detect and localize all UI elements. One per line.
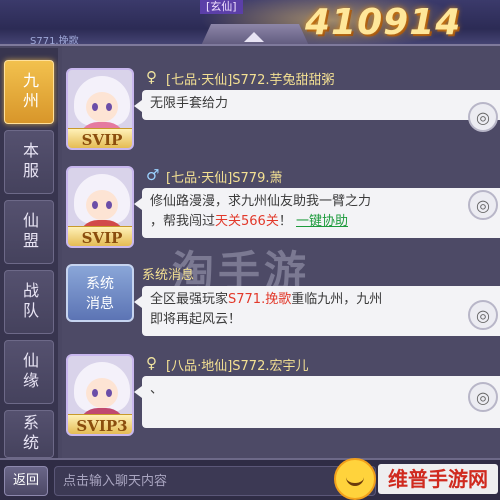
chat-message: SVIP3 ♀ [八品·地仙]S772.宏宇儿 、 ◎ xyxy=(66,354,500,444)
smiley-logo-icon xyxy=(334,458,376,500)
avatar[interactable]: SVIP xyxy=(66,68,134,150)
tab-romance[interactable]: 仙缘 xyxy=(4,340,54,404)
message-text: 重临九州，九州 xyxy=(291,292,383,307)
message-text: 、 xyxy=(150,382,164,397)
message-text: 即将再起风云！ xyxy=(150,312,242,327)
chat-message: SVIP ♂ [七品·天仙]S779.萧 修仙路漫漫，求九州仙友助我一臂之力 ，… xyxy=(66,166,500,256)
chat-input[interactable] xyxy=(54,466,376,496)
highlight-text[interactable]: S771.挽歌 xyxy=(228,292,291,307)
voice-play-icon[interactable]: ◎ xyxy=(468,382,498,412)
back-button[interactable]: 返回 xyxy=(4,466,48,496)
tab-team[interactable]: 战队 xyxy=(4,270,54,334)
male-icon: ♂ xyxy=(146,166,160,184)
corner-watermark: 维普手游网 xyxy=(378,464,498,494)
message-bubble: 无限手套给力 xyxy=(134,90,500,120)
realm-tag: [玄仙] xyxy=(200,0,243,14)
tab-system[interactable]: 系统 xyxy=(4,410,54,458)
tab-jiuzhou[interactable]: 九州 xyxy=(4,60,54,124)
avatar[interactable]: SVIP3 xyxy=(66,354,134,436)
svip-badge: SVIP xyxy=(68,226,132,246)
sender-name[interactable]: [七品·天仙]S779.萧 xyxy=(166,167,282,186)
message-text: 修仙路漫漫，求九州仙友助我一臂之力 xyxy=(150,194,372,209)
system-badge: 系统 消息 xyxy=(66,264,134,322)
voice-play-icon[interactable]: ◎ xyxy=(468,102,498,132)
svip-badge: SVIP3 xyxy=(68,414,132,434)
message-text: ，帮我闯过 xyxy=(150,214,216,229)
tab-local-server[interactable]: 本服 xyxy=(4,130,54,194)
message-bubble: 、 xyxy=(134,376,500,428)
chat-message: SVIP ♀ [七品·天仙]S772.芋兔甜甜粥 无限手套给力 ◎ xyxy=(66,68,500,160)
tab-guild[interactable]: 仙盟 xyxy=(4,200,54,264)
message-text: 全区最强玩家 xyxy=(150,292,229,307)
message-bubble: 修仙路漫漫，求九州仙友助我一臂之力 ，帮我闯过天关566关！ 一键协助 xyxy=(134,188,500,238)
message-text: ！ xyxy=(278,214,292,229)
highlight-text: 天关566关 xyxy=(215,214,279,229)
sender-name[interactable]: [八品·地仙]S772.宏宇儿 xyxy=(166,355,308,374)
sender-name[interactable]: [七品·天仙]S772.芋兔甜甜粥 xyxy=(166,69,334,88)
score-display: 410914 xyxy=(305,2,462,43)
assist-link[interactable]: 一键协助 xyxy=(296,214,348,229)
message-bubble: 全区最强玩家S771.挽歌重临九州，九州 即将再起风云！ xyxy=(134,286,500,336)
system-message: 系统 消息 系统消息 全区最强玩家S771.挽歌重临九州，九州 即将再起风云！ … xyxy=(66,264,500,344)
female-icon: ♀ xyxy=(146,68,157,86)
svip-badge: SVIP xyxy=(68,128,132,148)
channel-tabs: 九州 本服 仙盟 战队 仙缘 系统 xyxy=(0,48,58,460)
female-icon: ♀ xyxy=(146,354,157,372)
system-title: 系统消息 xyxy=(142,268,195,283)
voice-play-icon[interactable]: ◎ xyxy=(468,300,498,330)
avatar[interactable]: SVIP xyxy=(66,166,134,248)
top-banner: [玄仙] 410914 S771.挽歌 xyxy=(0,0,500,48)
voice-play-icon[interactable]: ◎ xyxy=(468,190,498,220)
message-text: 无限手套给力 xyxy=(150,96,229,111)
